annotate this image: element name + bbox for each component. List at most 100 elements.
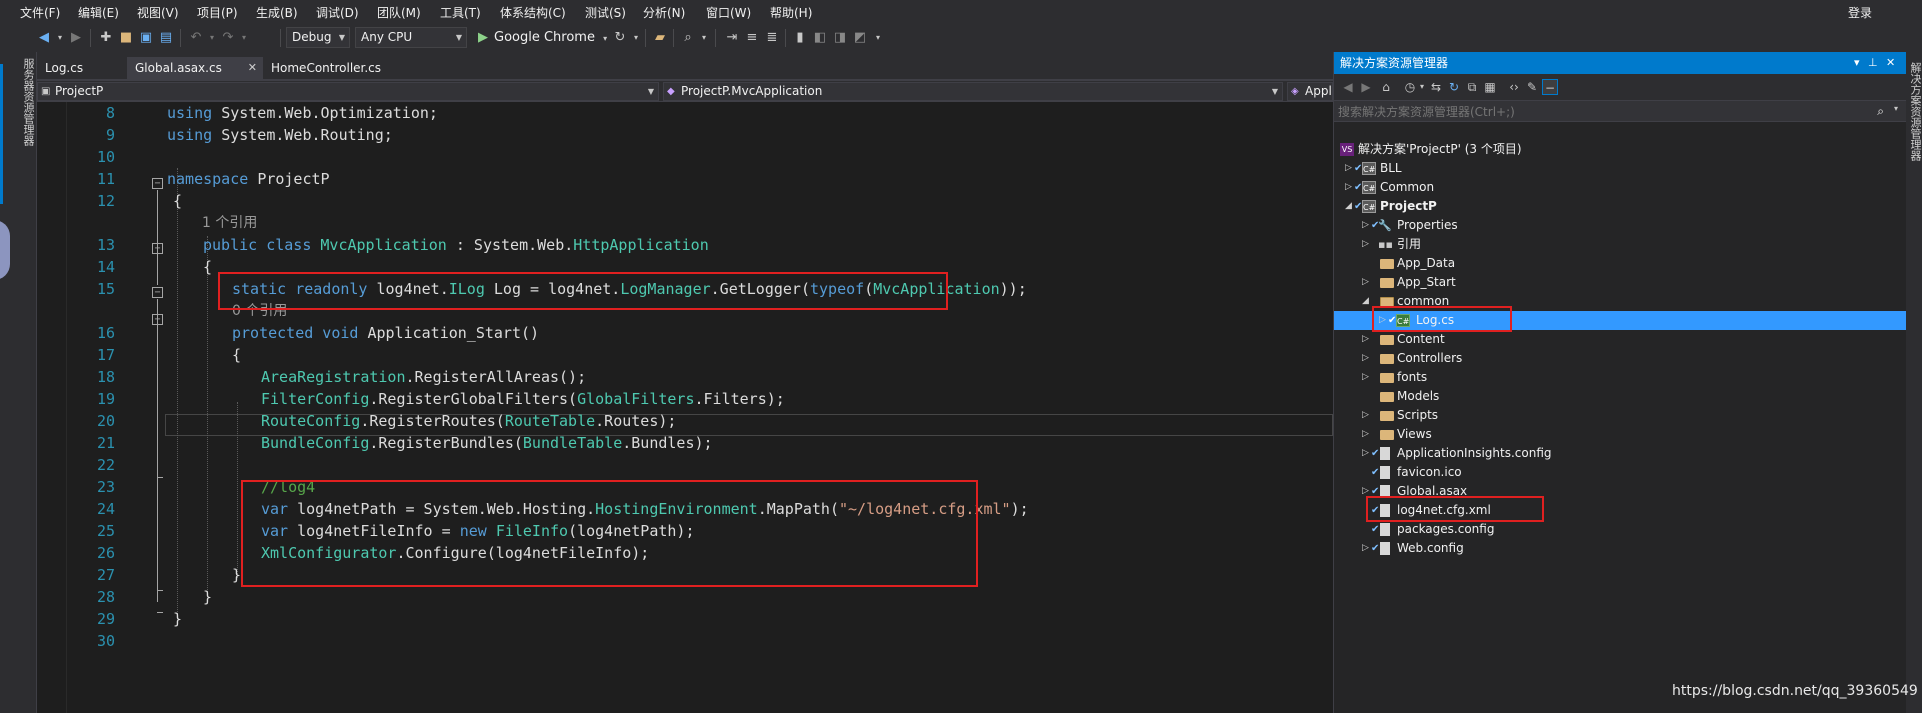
chevron-down-icon: ▼: [647, 87, 654, 96]
tree-item-packages-config[interactable]: ✔ packages.config: [1334, 520, 1906, 539]
collapse-icon[interactable]: ◢: [1362, 292, 1372, 311]
tree-item-fonts[interactable]: ▷ fonts: [1334, 368, 1906, 387]
project-dropdown[interactable]: ▣ ProjectP ▼: [37, 82, 659, 101]
uncomment-icon[interactable]: ≣: [764, 30, 780, 46]
menu-team[interactable]: 团队(M): [377, 4, 421, 21]
tree-item-appinsights-config[interactable]: ▷ ✔ ApplicationInsights.config: [1334, 444, 1906, 463]
menu-view[interactable]: 视图(V): [137, 4, 179, 21]
search-icon[interactable]: ⌕: [1877, 104, 1884, 119]
properties-icon[interactable]: ✎: [1524, 79, 1540, 95]
tab-log-cs[interactable]: Log.cs: [37, 57, 127, 79]
menu-file[interactable]: 文件(F): [20, 4, 60, 21]
undo-icon[interactable]: ↶: [188, 30, 204, 46]
menu-analyze[interactable]: 分析(N): [643, 4, 685, 21]
code-editor[interactable]: − − − − 8 using System.Web.Optimization; …: [37, 102, 1333, 713]
tree-item-scripts[interactable]: ▷ Scripts: [1334, 406, 1906, 425]
tree-item-favicon[interactable]: ✔ favicon.ico: [1334, 463, 1906, 482]
show-all-files-icon[interactable]: ▦: [1482, 79, 1498, 95]
clear-bookmarks-icon[interactable]: ◩: [852, 30, 868, 46]
find-dropdown-icon[interactable]: ▾: [696, 30, 712, 46]
expand-icon[interactable]: ▷: [1362, 425, 1372, 444]
dropdown-icon[interactable]: ▾: [1854, 52, 1860, 74]
tab-home-controller-cs[interactable]: HomeController.cs: [263, 57, 413, 79]
expand-icon[interactable]: ▷: [1362, 273, 1372, 292]
platform-select[interactable]: Any CPU ▼: [355, 27, 467, 48]
undo-dropdown-icon[interactable]: ▾: [204, 30, 220, 46]
back-icon[interactable]: ◀: [1340, 79, 1356, 95]
code-line-19: 19 FilterConfig.RegisterGlobalFilters(Glo…: [96, 390, 785, 408]
prev-bookmark-icon[interactable]: ◧: [812, 30, 828, 46]
pin-icon[interactable]: ⊥: [1868, 52, 1878, 74]
bookmark-icon[interactable]: ▮: [792, 30, 808, 46]
right-tool-strip: 解决方案资源管理器: [1906, 52, 1922, 713]
collapse-all-icon[interactable]: ⧉: [1464, 79, 1480, 95]
forward-icon[interactable]: ▶: [68, 30, 84, 46]
redo-dropdown-icon[interactable]: ▾: [236, 30, 252, 46]
menu-help[interactable]: 帮助(H): [770, 4, 812, 21]
sync-icon[interactable]: ⇆: [1428, 79, 1444, 95]
save-all-icon[interactable]: ▤: [158, 30, 174, 46]
menu-edit[interactable]: 编辑(E): [78, 4, 119, 21]
toolbar-overflow-icon[interactable]: ▾: [870, 30, 886, 46]
member-dropdown[interactable]: ◈ Appl: [1287, 82, 1333, 101]
refresh-icon[interactable]: ↻: [1446, 79, 1462, 95]
refresh-dropdown-icon[interactable]: ▾: [628, 30, 644, 46]
forward-icon[interactable]: ▶: [1358, 79, 1374, 95]
menu-test[interactable]: 测试(S): [585, 4, 626, 21]
menu-project[interactable]: 项目(P): [197, 4, 238, 21]
view-code-icon[interactable]: ‹›: [1506, 79, 1522, 95]
refresh-icon[interactable]: ↻: [612, 30, 628, 46]
tree-item-bll[interactable]: ▷ ✔ C# BLL: [1334, 159, 1906, 178]
next-bookmark-icon[interactable]: ◨: [832, 30, 848, 46]
close-icon[interactable]: ✕: [1886, 52, 1895, 74]
menu-debug[interactable]: 调试(D): [316, 4, 359, 21]
codelens-references[interactable]: 1 个引用: [202, 212, 257, 234]
server-explorer-tab[interactable]: 服务器资源管理器: [20, 58, 36, 146]
expand-icon[interactable]: ▷: [1362, 349, 1372, 368]
menu-architecture[interactable]: 体系结构(C): [500, 4, 566, 21]
expand-icon[interactable]: ▷: [1362, 368, 1372, 387]
tree-item-app-data[interactable]: App_Data: [1334, 254, 1906, 273]
tree-item-properties[interactable]: ▷ ✔ 🔧 Properties: [1334, 216, 1906, 235]
home-icon[interactable]: ⌂: [1378, 79, 1394, 95]
tree-item-projectp[interactable]: ◢ ✔ C# ProjectP: [1334, 197, 1906, 216]
tree-item-common-project[interactable]: ▷ ✔ C# Common: [1334, 178, 1906, 197]
code-line-10: 10: [96, 148, 115, 166]
chevron-down-icon[interactable]: ▾: [1894, 104, 1898, 113]
save-icon[interactable]: ▣: [138, 30, 154, 46]
solution-explorer-side-tab[interactable]: 解决方案资源管理器: [1907, 62, 1922, 161]
back-icon[interactable]: ◀: [36, 30, 52, 46]
close-icon[interactable]: ✕: [248, 57, 257, 79]
tree-item-web-config[interactable]: ▷ ✔ Web.config: [1334, 539, 1906, 558]
redo-icon[interactable]: ↷: [220, 30, 236, 46]
configuration-select[interactable]: Debug ▼: [286, 27, 350, 48]
tree-item-controllers[interactable]: ▷ Controllers: [1334, 349, 1906, 368]
floating-tool-icon[interactable]: [0, 220, 10, 280]
open-file-icon[interactable]: ■: [118, 30, 134, 46]
tree-item-content[interactable]: ▷ Content: [1334, 330, 1906, 349]
back-dropdown-icon[interactable]: ▾: [52, 30, 68, 46]
menu-tools[interactable]: 工具(T): [440, 4, 481, 21]
type-dropdown[interactable]: ◆ ProjectP.MvcApplication ▼: [663, 82, 1283, 101]
new-project-icon[interactable]: ✚: [98, 30, 114, 46]
tree-item-references[interactable]: ▷ ▪▪ 引用: [1334, 235, 1906, 254]
method-icon: ◈: [1291, 86, 1299, 97]
browser-link-icon[interactable]: ▰: [652, 30, 668, 46]
solution-search-input[interactable]: [1338, 103, 1858, 120]
tree-item-solution[interactable]: VS 解决方案'ProjectP' (3 个项目): [1334, 140, 1906, 159]
expand-icon[interactable]: ▷: [1362, 406, 1372, 425]
step-icon[interactable]: ⇥: [724, 30, 740, 46]
menu-window[interactable]: 窗口(W): [706, 4, 751, 21]
preview-icon[interactable]: −: [1542, 79, 1558, 95]
comment-icon[interactable]: ≡: [744, 30, 760, 46]
tree-item-views[interactable]: ▷ Views: [1334, 425, 1906, 444]
start-debugging-button[interactable]: ▶ Google Chrome ▾: [478, 27, 607, 48]
tree-item-app-start[interactable]: ▷ App_Start: [1334, 273, 1906, 292]
expand-icon[interactable]: ▷: [1362, 330, 1372, 349]
tree-item-models[interactable]: Models: [1334, 387, 1906, 406]
expand-icon[interactable]: ▷: [1362, 235, 1372, 254]
menu-build[interactable]: 生成(B): [256, 4, 298, 21]
login-link[interactable]: 登录: [1848, 4, 1872, 21]
tab-global-asax-cs[interactable]: Global.asax.cs ✕: [127, 57, 263, 79]
find-icon[interactable]: ⌕: [680, 30, 696, 46]
